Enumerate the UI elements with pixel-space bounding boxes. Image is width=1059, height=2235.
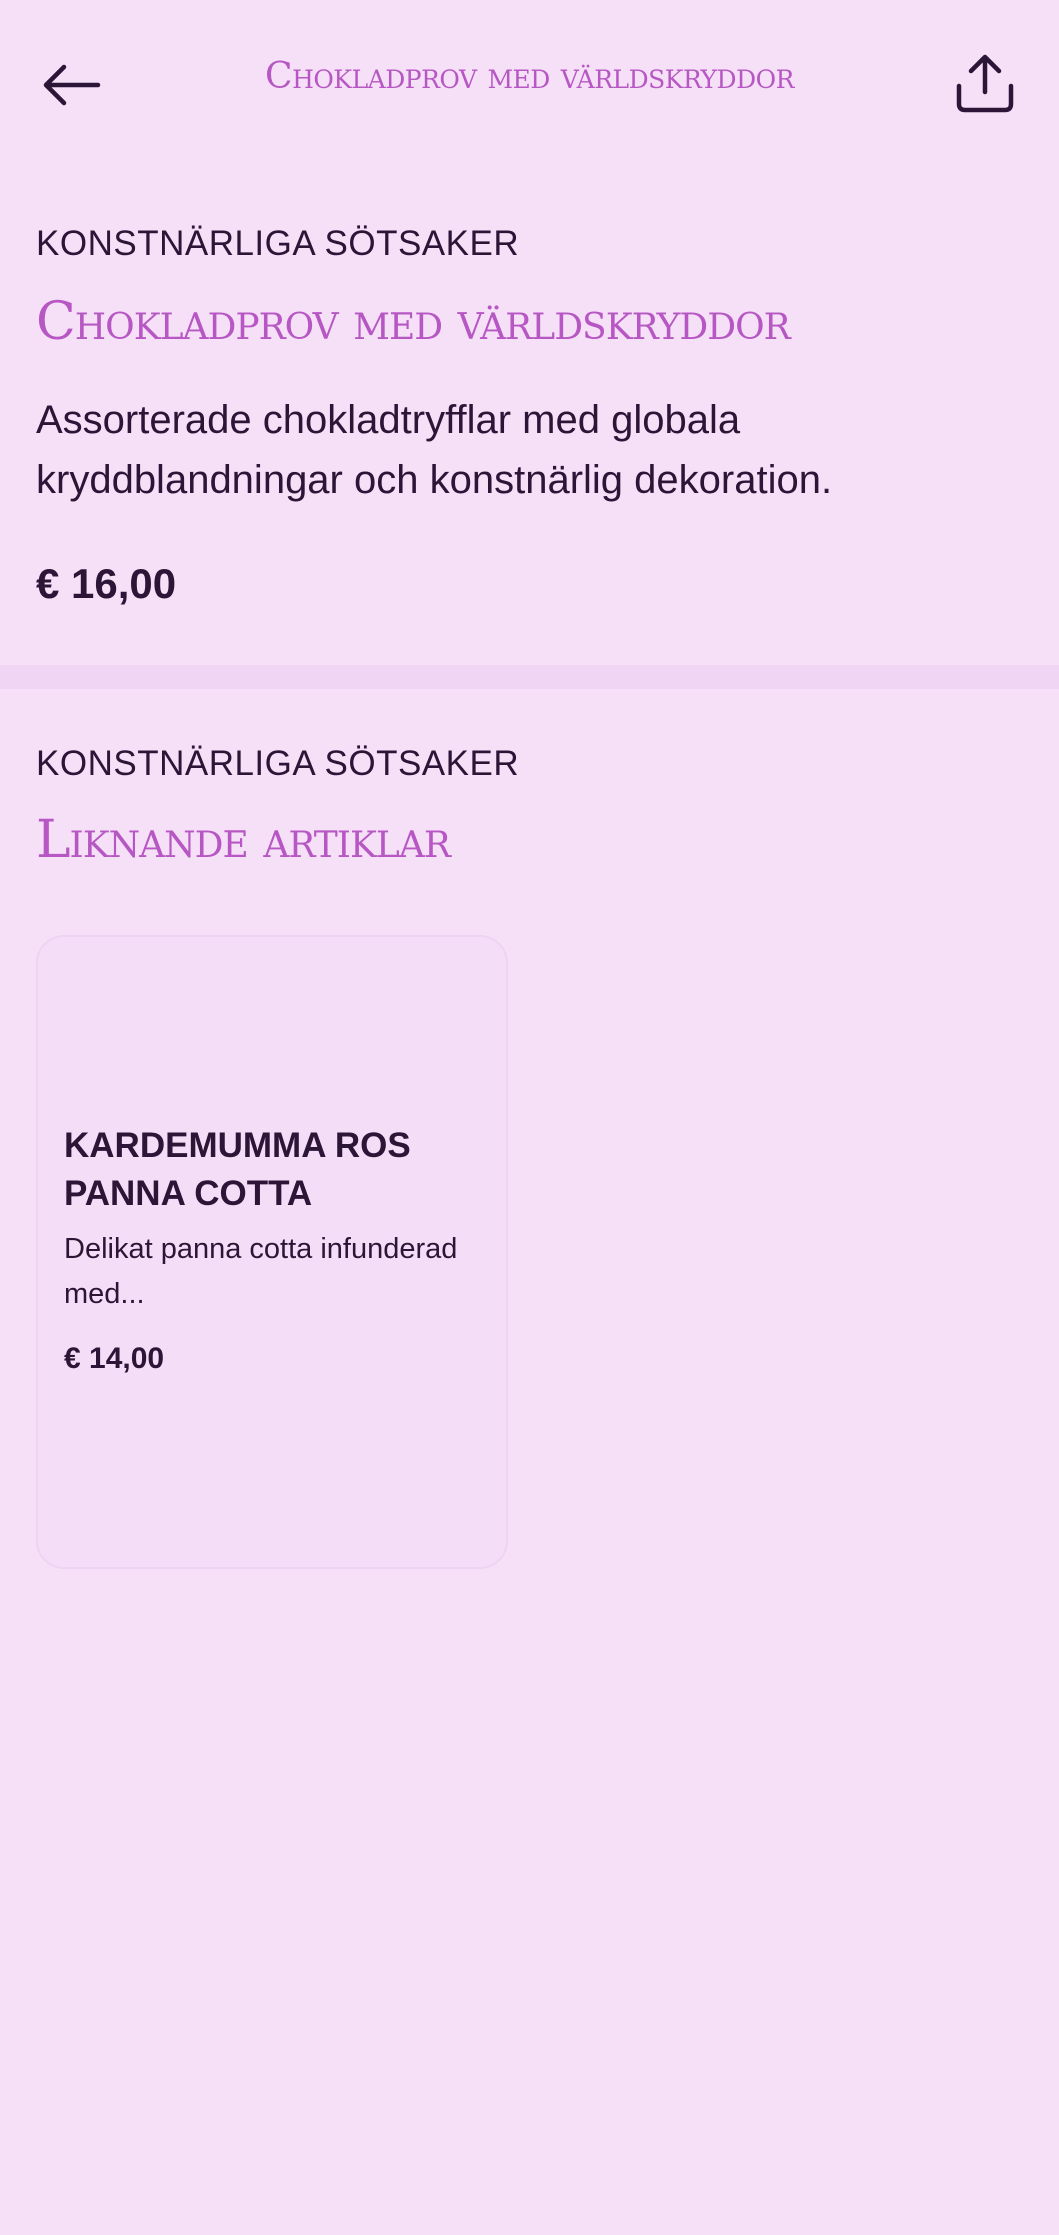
header-title: Chokladprov med världskryddor bbox=[265, 56, 794, 97]
product-description: Assorterade chokladtryfflar med globala … bbox=[36, 398, 833, 502]
similar-item-card[interactable]: KARDEMUMMA ROS PANNA COTTA Delikat panna… bbox=[36, 935, 508, 1569]
similar-category: KONSTNÄRLIGA SÖTSAKER bbox=[36, 744, 520, 783]
product-category: KONSTNÄRLIGA SÖTSAKER bbox=[36, 224, 520, 263]
share-icon bbox=[956, 54, 1014, 113]
similar-item-price: € 14,00 bbox=[64, 1342, 165, 1375]
arrow-left-icon bbox=[43, 64, 101, 106]
similar-item-name: KARDEMUMMA ROS PANNA COTTA bbox=[64, 1126, 411, 1213]
similar-title: Liknande artiklar bbox=[36, 810, 451, 870]
top-app-bar: Chokladprov med världskryddor bbox=[0, 0, 1059, 170]
product-details: KONSTNÄRLIGA SÖTSAKER Chokladprov med vä… bbox=[0, 170, 1059, 665]
back-button[interactable] bbox=[36, 50, 106, 120]
section-divider bbox=[0, 665, 1059, 689]
product-title: Chokladprov med världskryddor bbox=[36, 292, 791, 352]
product-price: € 16,00 bbox=[36, 560, 177, 607]
share-button[interactable] bbox=[947, 46, 1023, 122]
similar-item-description: Delikat panna cotta infunderad med... bbox=[64, 1233, 458, 1310]
